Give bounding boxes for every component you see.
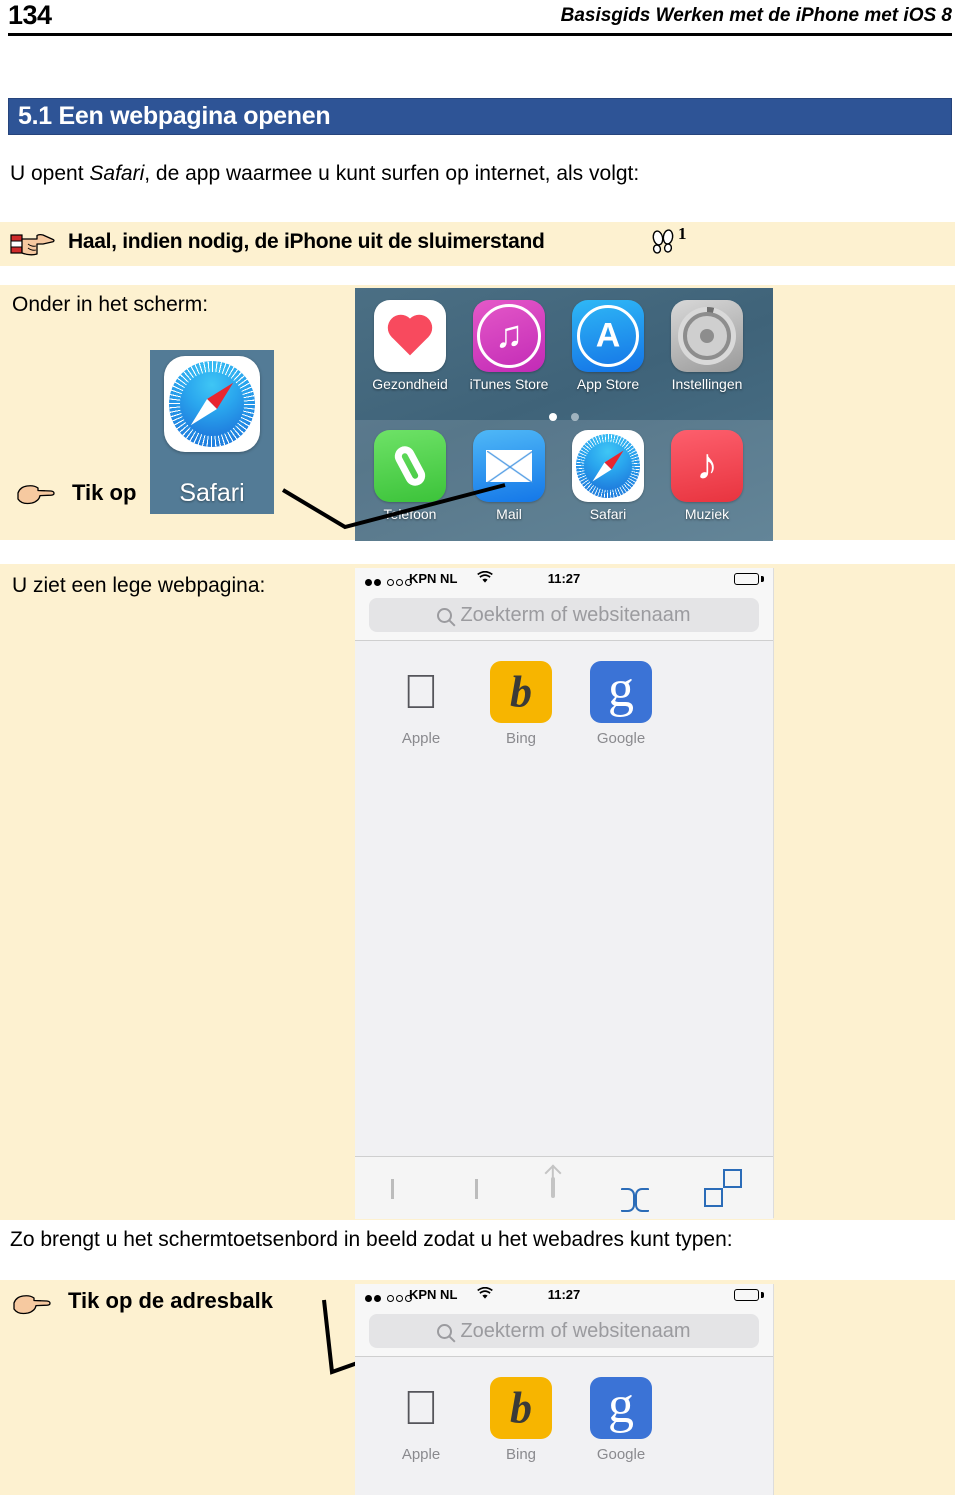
instruction-band: Haal, indien nodig, de iPhone uit de slu… bbox=[0, 222, 955, 266]
favorite-label: Bing bbox=[505, 730, 537, 747]
footnote-reference: 1 bbox=[678, 224, 687, 243]
callout-text-adresbalk: Tik op de adresbalk bbox=[68, 1288, 274, 1313]
google-logo-icon: g bbox=[590, 661, 652, 723]
apple-logo-icon:  bbox=[390, 661, 452, 723]
status-bar: KPN NL 11:27 bbox=[355, 1284, 773, 1306]
share-button[interactable] bbox=[551, 1177, 555, 1198]
home-screen-dock: Telefoon Mail Safari ♪ Muziek bbox=[355, 420, 773, 541]
dock-app-safari[interactable]: Safari bbox=[559, 430, 657, 522]
dock-app-label: Muziek bbox=[684, 506, 730, 522]
intro-text-after: , de app waarmee u kunt surfen op intern… bbox=[144, 162, 640, 185]
figure-caption-onder: Onder in het scherm: bbox=[12, 293, 209, 316]
pointing-hand-icon bbox=[10, 230, 56, 258]
favorite-label: Google bbox=[596, 1446, 646, 1463]
address-bar-container: Zoekterm of websitenaam bbox=[355, 1306, 773, 1357]
status-time: 11:27 bbox=[547, 1287, 581, 1302]
google-logo-icon: g bbox=[590, 1377, 652, 1439]
home-screen-app-row: Gezondheid ♫ iTunes Store A App Store In… bbox=[355, 288, 773, 421]
health-icon bbox=[374, 300, 446, 372]
dock-app-label: Mail bbox=[496, 506, 522, 522]
footprints-icon bbox=[649, 228, 677, 256]
favorite-label: Apple bbox=[401, 730, 441, 747]
dock-app-label: Telefoon bbox=[383, 506, 437, 522]
dock-app-label: Safari bbox=[589, 506, 627, 522]
closing-paragraph: Zo brengt u het schermtoetsenbord in bee… bbox=[10, 1228, 733, 1251]
safari-browser-figure: KPN NL 11:27 Zoekterm of websitenaam  bbox=[355, 568, 774, 1219]
running-head: 134 Basisgids Werken met de iPhone met i… bbox=[8, 0, 952, 36]
music-note-icon: ♪ bbox=[671, 430, 743, 502]
forward-button[interactable] bbox=[475, 1179, 478, 1199]
address-bar-placeholder: Zoekterm of websitenaam bbox=[460, 1319, 691, 1342]
favorite-apple[interactable]:  Apple bbox=[373, 661, 469, 747]
favorite-label: Google bbox=[596, 730, 646, 747]
home-app-instellingen[interactable]: Instellingen bbox=[658, 300, 756, 392]
search-icon bbox=[437, 1323, 453, 1339]
instruction-text: Haal, indien nodig, de iPhone uit de slu… bbox=[68, 230, 545, 253]
dock-app-muziek[interactable]: ♪ Muziek bbox=[658, 430, 756, 522]
intro-text-before: U opent bbox=[10, 162, 90, 185]
back-button[interactable] bbox=[391, 1179, 394, 1199]
bing-logo-icon: b bbox=[490, 661, 552, 723]
iphone-home-screen-figure: Gezondheid ♫ iTunes Store A App Store In… bbox=[355, 288, 773, 541]
book-page: 134 Basisgids Werken met de iPhone met i… bbox=[0, 0, 960, 1495]
header-divider bbox=[8, 33, 952, 36]
browser-toolbar bbox=[355, 1156, 773, 1219]
section-heading-bar: 5.1 Een webpagina openen bbox=[8, 98, 952, 135]
home-app-label: Gezondheid bbox=[372, 376, 448, 392]
favorite-google[interactable]: g Google bbox=[573, 1377, 669, 1463]
phone-icon bbox=[374, 430, 446, 502]
home-app-gezondheid[interactable]: Gezondheid bbox=[361, 300, 459, 392]
bing-logo-icon: b bbox=[490, 1377, 552, 1439]
address-bar-input[interactable]: Zoekterm of websitenaam bbox=[369, 598, 759, 632]
callout-text: Tik op bbox=[72, 480, 137, 505]
safari-browser-figure-2: KPN NL 11:27 Zoekterm of websitenaam  bbox=[355, 1284, 774, 1495]
home-app-label: App Store bbox=[576, 376, 640, 392]
apple-logo-icon:  bbox=[390, 1377, 452, 1439]
home-app-label: iTunes Store bbox=[469, 376, 549, 392]
page-number: 134 bbox=[8, 0, 52, 30]
book-title: Basisgids Werken met de iPhone met iOS 8 bbox=[560, 5, 952, 26]
address-bar-input[interactable]: Zoekterm of websitenaam bbox=[369, 1314, 759, 1348]
safari-compass-icon bbox=[572, 430, 644, 502]
favorites-area:  Apple b Bing g Google bbox=[355, 1357, 773, 1495]
pointing-hand-icon bbox=[12, 480, 56, 508]
battery-icon bbox=[734, 1289, 759, 1301]
favorite-bing[interactable]: b Bing bbox=[473, 1377, 569, 1463]
pointing-hand-icon bbox=[8, 1290, 52, 1318]
search-icon bbox=[437, 607, 453, 623]
address-bar-placeholder: Zoekterm of websitenaam bbox=[460, 603, 691, 626]
dock-app-mail[interactable]: Mail bbox=[460, 430, 558, 522]
safari-compass-icon bbox=[164, 356, 260, 452]
callout-tik-op-safari: Tik op bbox=[10, 472, 350, 518]
home-app-label: Instellingen bbox=[671, 376, 743, 392]
app-store-icon: A bbox=[572, 300, 644, 372]
home-app-itunes-store[interactable]: ♫ iTunes Store bbox=[460, 300, 558, 392]
intro-app-name: Safari bbox=[89, 162, 145, 185]
settings-icon bbox=[671, 300, 743, 372]
favorite-label: Bing bbox=[505, 1446, 537, 1463]
favorites-area:  Apple b Bing g Google bbox=[355, 641, 773, 1196]
status-time: 11:27 bbox=[547, 571, 581, 586]
favorite-label: Apple bbox=[401, 1446, 441, 1463]
itunes-store-icon: ♫ bbox=[473, 300, 545, 372]
status-bar: KPN NL 11:27 bbox=[355, 568, 773, 590]
mail-icon bbox=[473, 430, 545, 502]
dock-app-telefoon[interactable]: Telefoon bbox=[361, 430, 459, 522]
home-app-app-store[interactable]: A App Store bbox=[559, 300, 657, 392]
favorite-apple[interactable]:  Apple bbox=[373, 1377, 469, 1463]
favorite-bing[interactable]: b Bing bbox=[473, 661, 569, 747]
intro-paragraph: U opent Safari, de app waarmee u kunt su… bbox=[10, 160, 950, 188]
figure-caption-lege: U ziet een lege webpagina: bbox=[12, 574, 266, 597]
favorite-google[interactable]: g Google bbox=[573, 661, 669, 747]
section-title: 5.1 Een webpagina openen bbox=[18, 102, 331, 130]
address-bar-container: Zoekterm of websitenaam bbox=[355, 590, 773, 641]
battery-icon bbox=[734, 573, 759, 585]
